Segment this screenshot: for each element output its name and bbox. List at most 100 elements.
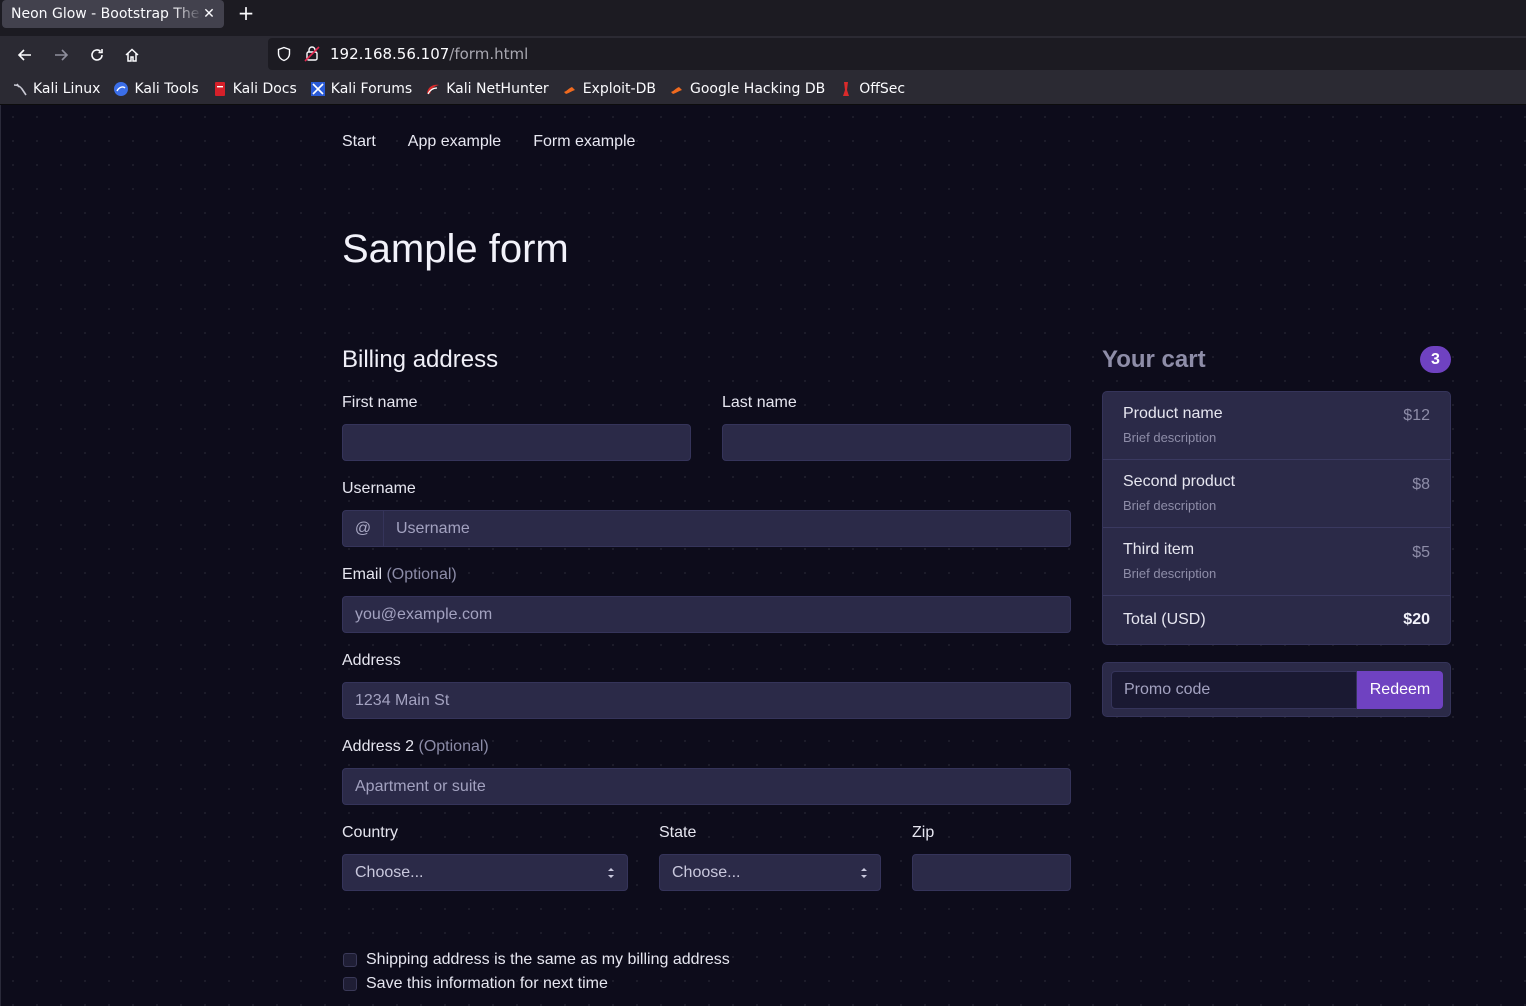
- select-arrows-icon: [861, 868, 867, 878]
- cart-item-name: Product name: [1123, 405, 1223, 422]
- zip-input[interactable]: [912, 854, 1071, 891]
- country-select-value: Choose...: [355, 864, 424, 881]
- bookmark-google-hacking-db[interactable]: Google Hacking DB: [669, 81, 825, 97]
- state-select[interactable]: Choose...: [659, 854, 881, 891]
- browser-tab-bar: Neon Glow - Bootstrap Theme ✕ +: [0, 0, 1526, 36]
- email-label-text: Email: [342, 566, 383, 583]
- cart-total-row: Total (USD) $20: [1103, 596, 1450, 644]
- nav-link-app-example[interactable]: App example: [408, 133, 501, 151]
- state-label: State: [659, 824, 697, 841]
- country-select[interactable]: Choose...: [342, 854, 628, 891]
- tab-title: Neon Glow - Bootstrap Theme: [11, 6, 202, 22]
- email-label: Email (Optional): [342, 566, 457, 584]
- offsec-icon: [838, 81, 854, 97]
- cart-item: Third item Brief description $5: [1103, 528, 1450, 596]
- username-label: Username: [342, 480, 416, 497]
- close-icon[interactable]: ✕: [202, 6, 216, 22]
- first-name-label: First name: [342, 394, 418, 411]
- optional-hint: (Optional): [418, 738, 489, 755]
- last-name-input[interactable]: [722, 424, 1071, 461]
- site-nav: Start App example Form example: [342, 133, 667, 151]
- kali-forums-icon: [310, 81, 326, 97]
- last-name-label: Last name: [722, 394, 797, 411]
- cart-item-price: $8: [1412, 476, 1430, 493]
- url-path: /form.html: [449, 45, 529, 63]
- optional-hint: (Optional): [386, 566, 457, 583]
- page-title: Sample form: [342, 227, 569, 271]
- bookmark-label: Kali Docs: [232, 81, 297, 97]
- bookmark-kali-linux[interactable]: Kali Linux: [12, 81, 100, 97]
- cart-total-label: Total (USD): [1123, 611, 1206, 628]
- email-input[interactable]: you@example.com: [342, 596, 1071, 633]
- url-text[interactable]: 192.168.56.107/form.html: [330, 45, 528, 63]
- state-select-value: Choose...: [672, 864, 741, 881]
- bookmark-exploit-db[interactable]: Exploit-DB: [562, 81, 656, 97]
- bookmark-label: Kali Forums: [330, 81, 413, 97]
- same-address-label[interactable]: Shipping address is the same as my billi…: [366, 951, 730, 969]
- insecure-lock-icon[interactable]: [304, 45, 320, 68]
- cart-item: Product name Brief description $12: [1103, 392, 1450, 460]
- address2-input[interactable]: Apartment or suite: [342, 768, 1071, 805]
- promo-code-input[interactable]: Promo code: [1111, 671, 1357, 709]
- browser-tab[interactable]: Neon Glow - Bootstrap Theme ✕: [2, 0, 224, 28]
- cart-item-name: Second product: [1123, 473, 1236, 490]
- bookmark-label: Exploit-DB: [582, 81, 656, 97]
- bookmarks-toolbar: Kali Linux Kali Tools Kali Docs Kali For…: [0, 74, 1526, 105]
- nav-link-start[interactable]: Start: [342, 133, 376, 151]
- address-label: Address: [342, 652, 401, 669]
- cart-count-badge: 3: [1420, 346, 1451, 373]
- cart-title: Your cart: [1102, 346, 1206, 373]
- bookmark-label: OffSec: [859, 81, 906, 97]
- cart-item-price: $5: [1412, 544, 1430, 561]
- kali-tools-icon: [113, 81, 129, 97]
- nethunter-icon: [425, 81, 441, 97]
- username-input[interactable]: Username: [383, 510, 1071, 547]
- cart-item: Second product Brief description $8: [1103, 460, 1450, 528]
- address-input[interactable]: 1234 Main St: [342, 682, 1071, 719]
- select-arrows-icon: [608, 868, 614, 878]
- new-tab-icon[interactable]: +: [236, 2, 256, 24]
- bookmark-label: Kali Tools: [134, 81, 199, 97]
- at-symbol-prefix: @: [342, 510, 384, 547]
- forward-arrow-icon[interactable]: [48, 42, 74, 68]
- bookmark-label: Kali Linux: [33, 81, 101, 97]
- country-label: Country: [342, 824, 399, 841]
- address2-label-text: Address 2: [342, 738, 415, 755]
- nav-link-form-example[interactable]: Form example: [533, 133, 635, 151]
- bookmark-kali-tools[interactable]: Kali Tools: [113, 81, 199, 97]
- home-icon[interactable]: [119, 42, 145, 68]
- cart-item-description: Brief description: [1123, 498, 1217, 513]
- kali-docs-icon: [212, 81, 228, 97]
- reload-icon[interactable]: [84, 42, 110, 68]
- back-arrow-icon[interactable]: [12, 42, 38, 68]
- shield-icon[interactable]: [276, 46, 292, 67]
- browser-toolbar: 192.168.56.107/form.html: [0, 36, 1526, 74]
- redeem-button[interactable]: Redeem: [1357, 671, 1443, 709]
- page-content: Start App example Form example Sample fo…: [0, 105, 1526, 1006]
- same-address-checkbox[interactable]: [343, 953, 357, 967]
- cart-item-price: $12: [1403, 407, 1430, 424]
- save-info-label[interactable]: Save this information for next time: [366, 975, 608, 993]
- save-info-checkbox[interactable]: [343, 977, 357, 991]
- cart-total-value: $20: [1403, 611, 1430, 628]
- bookmark-kali-nethunter[interactable]: Kali NetHunter: [425, 81, 549, 97]
- cart-item-description: Brief description: [1123, 430, 1217, 445]
- kali-dragon-icon: [12, 81, 28, 97]
- promo-card: Promo code Redeem: [1102, 662, 1451, 717]
- ghdb-icon: [669, 81, 685, 97]
- cart-item-name: Third item: [1123, 541, 1195, 558]
- bookmark-kali-forums[interactable]: Kali Forums: [310, 81, 412, 97]
- cart-item-description: Brief description: [1123, 566, 1217, 581]
- url-host: 192.168.56.107: [330, 45, 450, 63]
- cart-list: Product name Brief description $12 Secon…: [1102, 391, 1451, 645]
- billing-title: Billing address: [342, 346, 499, 373]
- bookmark-offsec[interactable]: OffSec: [838, 81, 905, 97]
- first-name-input[interactable]: [342, 424, 691, 461]
- address2-label: Address 2 (Optional): [342, 738, 489, 756]
- bookmark-kali-docs[interactable]: Kali Docs: [212, 81, 297, 97]
- exploit-db-icon: [562, 81, 578, 97]
- zip-label: Zip: [912, 824, 935, 841]
- url-bar[interactable]: 192.168.56.107/form.html: [268, 38, 1526, 70]
- bookmark-label: Kali NetHunter: [446, 81, 549, 97]
- bookmark-label: Google Hacking DB: [689, 81, 826, 97]
